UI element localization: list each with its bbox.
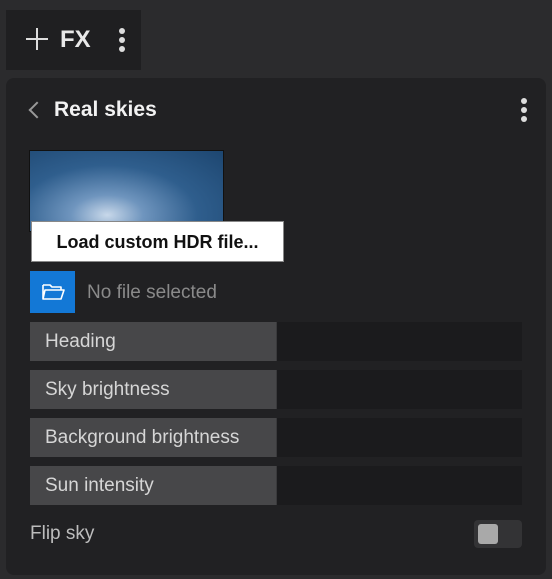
- slider-label: Background brightness: [45, 427, 240, 448]
- panel-title: Real skies: [54, 98, 157, 121]
- slider-label: Sun intensity: [45, 475, 154, 496]
- chevron-left-icon[interactable]: [26, 100, 40, 120]
- flip-sky-label: Flip sky: [30, 523, 95, 544]
- plus-icon[interactable]: [26, 28, 48, 50]
- slider-background-brightness[interactable]: Background brightness: [30, 418, 522, 457]
- toggle-knob: [478, 524, 498, 544]
- slider-label: Sky brightness: [45, 379, 170, 400]
- fx-label[interactable]: FX: [60, 26, 91, 54]
- real-skies-panel: Real skies Load custom HDR file... No fi…: [6, 78, 546, 575]
- folder-open-icon: [42, 284, 65, 300]
- sky-preview-thumbnail[interactable]: [29, 150, 224, 232]
- flip-sky-toggle[interactable]: [474, 520, 522, 548]
- slider-sun-intensity[interactable]: Sun intensity: [30, 466, 522, 505]
- fx-toolbar: FX: [6, 10, 141, 70]
- slider-label: Heading: [45, 331, 116, 352]
- kebab-menu-icon[interactable]: [521, 98, 527, 124]
- slider-heading[interactable]: Heading: [30, 322, 522, 361]
- load-file-button[interactable]: [30, 271, 75, 313]
- kebab-menu-icon[interactable]: [119, 28, 125, 54]
- file-status: No file selected: [87, 282, 217, 303]
- tooltip: Load custom HDR file...: [31, 221, 284, 262]
- slider-sky-brightness[interactable]: Sky brightness: [30, 370, 522, 409]
